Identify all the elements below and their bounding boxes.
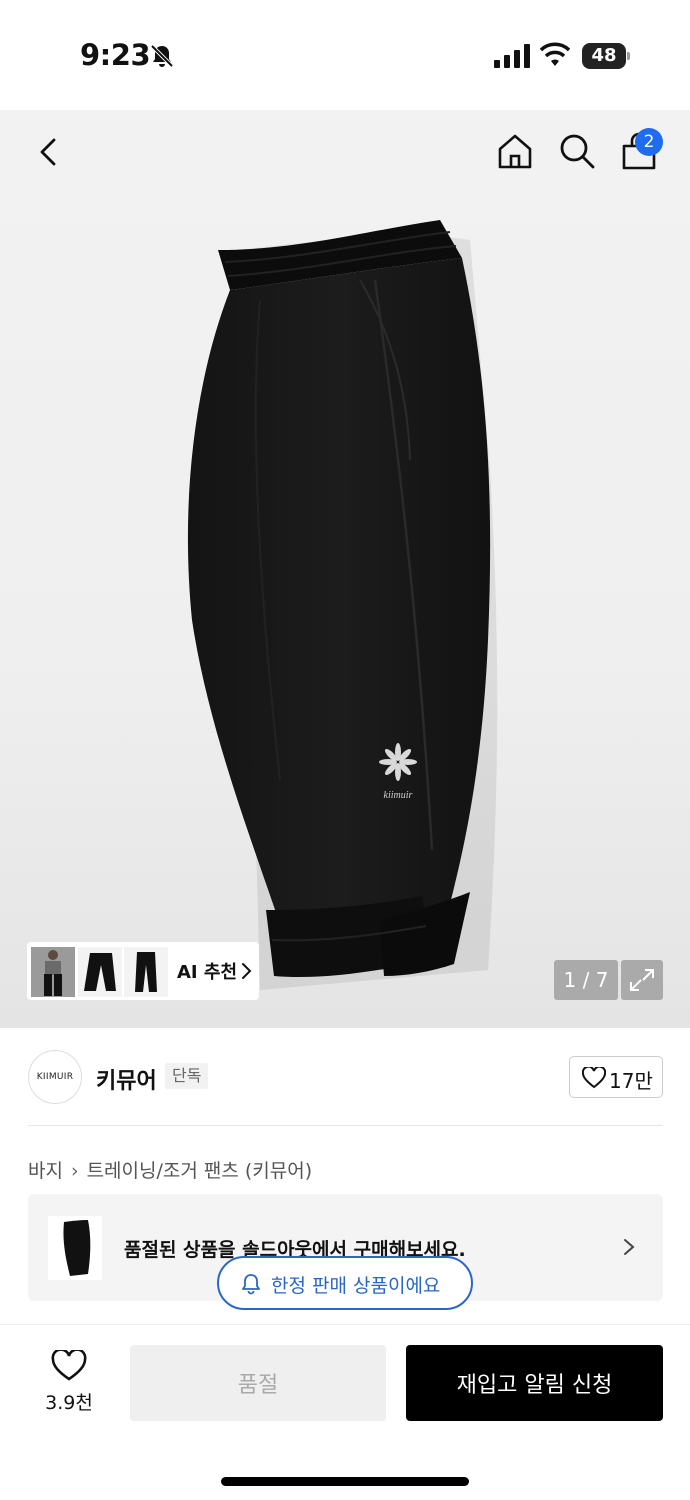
section-divider — [28, 1125, 663, 1126]
breadcrumb-separator-icon: › — [70, 1160, 79, 1182]
status-time: 9:23 — [80, 38, 151, 72]
home-indicator — [221, 1477, 469, 1486]
wishlist-heart-icon[interactable] — [51, 1350, 87, 1382]
battery-tip — [627, 52, 630, 60]
breadcrumb-item-category[interactable]: 바지 — [28, 1160, 63, 1182]
limited-sale-notice: 한정 판매 상품이에요 — [217, 1256, 473, 1310]
battery-indicator: 48 — [582, 43, 630, 69]
chevron-right-icon — [624, 1239, 635, 1255]
jogger-thumb-image — [124, 947, 168, 997]
ai-thumb-3[interactable] — [124, 947, 168, 997]
ai-recommend-card[interactable]: AI 추천 — [27, 942, 259, 1000]
brand-like-count: 17만 — [609, 1069, 653, 1093]
search-icon[interactable] — [558, 132, 596, 170]
cellular-signal-icon — [494, 44, 530, 68]
image-page-counter: 1 / 7 — [554, 960, 618, 1000]
product-gallery[interactable]: 2 kiimuir AI 추천 1 / 7 — [0, 110, 690, 1028]
brand-like-button[interactable]: 17만 — [569, 1056, 663, 1098]
brand-name[interactable]: 키뮤어 — [96, 1063, 157, 1095]
exclusive-badge: 단독 — [165, 1063, 209, 1089]
bell-icon — [242, 1274, 260, 1295]
wifi-icon — [540, 42, 570, 66]
ai-recommend-label[interactable]: AI 추천 — [177, 958, 237, 984]
wishlist-count: 3.9천 — [45, 1392, 93, 1414]
expand-icon — [630, 969, 654, 991]
status-bar: 9:23 48 — [0, 0, 690, 110]
back-icon[interactable] — [30, 132, 70, 172]
limited-sale-text: 한정 판매 상품이에요 — [271, 1275, 441, 1297]
soldout-button[interactable]: 품절 — [130, 1345, 386, 1421]
ai-thumb-1[interactable] — [31, 947, 75, 997]
soldout-thumb — [48, 1216, 102, 1280]
heart-icon — [582, 1067, 606, 1089]
product-print-text: kiimuir — [384, 790, 413, 801]
breadcrumb: 바지 › 트레이닝/조거 팬츠 (키뮤어) — [28, 1156, 312, 1183]
brand-row: KIIMUIR 키뮤어 단독 17만 — [0, 1028, 690, 1126]
bell-muted-icon — [150, 44, 174, 68]
model-thumb-image — [31, 947, 75, 997]
soldout-product-image — [48, 1216, 102, 1280]
ai-thumb-2[interactable] — [78, 947, 122, 997]
home-icon[interactable] — [496, 132, 534, 170]
pants-thumb-image — [78, 947, 122, 997]
bottom-bar-border — [0, 1324, 690, 1325]
brand-logo[interactable]: KIIMUIR — [28, 1050, 82, 1104]
breadcrumb-item-subcategory[interactable]: 트레이닝/조거 팬츠 (키뮤어) — [87, 1160, 313, 1182]
battery-level: 48 — [582, 43, 626, 69]
product-image: kiimuir — [187, 220, 498, 991]
chevron-right-icon — [242, 963, 252, 979]
expand-button[interactable] — [621, 960, 663, 1000]
cart-count-badge: 2 — [635, 128, 663, 156]
restock-alert-button[interactable]: 재입고 알림 신청 — [406, 1345, 663, 1421]
